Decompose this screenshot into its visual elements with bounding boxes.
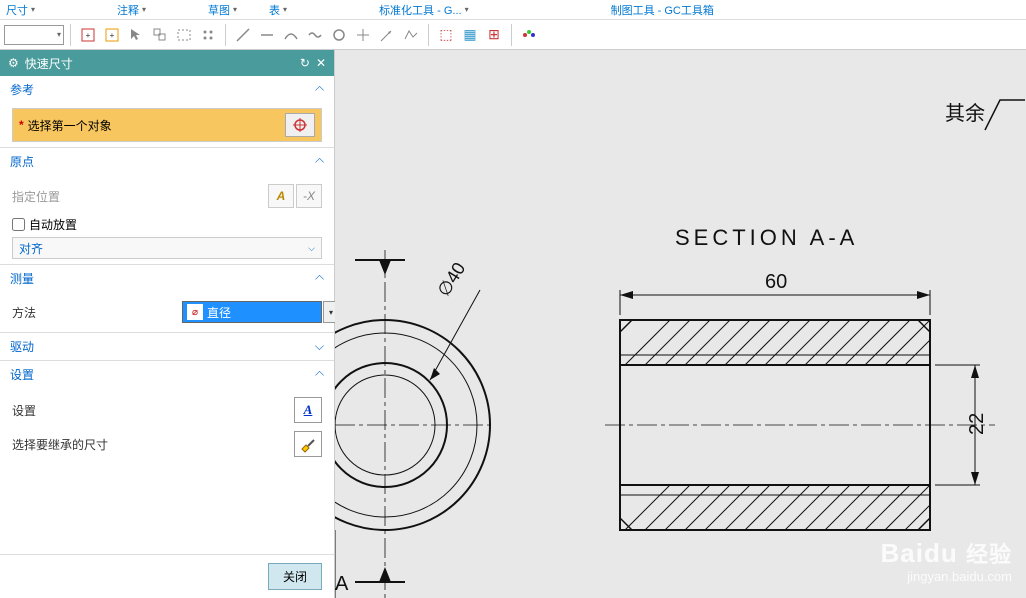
auto-place-checkbox[interactable]	[12, 218, 25, 231]
dim-22: 22	[966, 413, 988, 435]
tool-icon-1[interactable]: +	[77, 24, 99, 46]
menu-annotate[interactable]: 注释▾	[111, 2, 152, 18]
coord-button[interactable]: -X	[296, 184, 322, 208]
front-view: ∅40 A	[335, 250, 495, 598]
tool-view2[interactable]: ▦	[459, 24, 481, 46]
panel-close-icon[interactable]: ✕	[316, 56, 326, 70]
section-drive[interactable]: 驱动⌵	[0, 333, 334, 360]
tool-view1[interactable]: ⬚	[435, 24, 457, 46]
tool-arrow[interactable]	[376, 24, 398, 46]
arrow-a-label: A	[335, 573, 349, 595]
svg-text:+: +	[86, 31, 91, 40]
tool-line[interactable]	[232, 24, 254, 46]
text-style-button[interactable]: A	[268, 184, 294, 208]
inherit-dim-label: 选择要继承的尺寸	[12, 436, 294, 453]
drawing-canvas[interactable]: 其余 ∅40 A	[335, 50, 1026, 598]
menu-std-tools[interactable]: 标准化工具 - G...▾	[373, 2, 475, 18]
required-star-icon: *	[19, 118, 24, 132]
toolbar: ▾ + + ⬚ ▦ ⊞	[0, 20, 1026, 50]
tool-icon-2[interactable]: +	[101, 24, 123, 46]
menu-size[interactable]: 尺寸▾	[0, 2, 41, 18]
section-reference[interactable]: 参考⌵	[0, 76, 334, 103]
dim-60: 60	[765, 271, 787, 293]
tool-circle[interactable]	[328, 24, 350, 46]
section-label: SECTION A-A	[675, 225, 858, 250]
panel-title: 快速尺寸	[25, 55, 294, 72]
select-first-object-row[interactable]: * 选择第一个对象	[12, 108, 322, 142]
settings-label: 设置	[12, 402, 294, 419]
tool-palette[interactable]	[518, 24, 540, 46]
tool-rect-dashed[interactable]	[173, 24, 195, 46]
section-view: 60 22	[605, 271, 995, 530]
tool-select-rect[interactable]	[149, 24, 171, 46]
close-button[interactable]: 关闭	[268, 563, 322, 590]
inherit-brush-button[interactable]	[294, 431, 322, 457]
panel-header: ⚙ 快速尺寸 ↻ ✕	[0, 50, 334, 76]
auto-place-checkbox-row[interactable]: 自动放置	[12, 212, 322, 237]
target-picker-button[interactable]	[285, 113, 315, 137]
menu-gc-tools[interactable]: 制图工具 - GC工具箱	[605, 2, 720, 18]
cad-drawing: 其余 ∅40 A	[335, 50, 1026, 598]
tool-line2[interactable]	[256, 24, 278, 46]
section-settings[interactable]: 设置⌵	[0, 361, 334, 388]
method-label: 方法	[12, 304, 182, 321]
surface-note-text: 其余	[945, 102, 985, 125]
method-select[interactable]: ⌀ 直径 ▾	[182, 301, 322, 323]
diameter-icon: ⌀	[187, 304, 203, 320]
tool-dots[interactable]	[197, 24, 219, 46]
alignment-dropdown[interactable]: 对齐⌵	[12, 237, 322, 259]
menu-sketch[interactable]: 草图▾	[202, 2, 243, 18]
tool-view3[interactable]: ⊞	[483, 24, 505, 46]
tool-pointer[interactable]	[125, 24, 147, 46]
specify-location-label: 指定位置	[12, 188, 268, 205]
gear-icon[interactable]: ⚙	[8, 56, 19, 70]
tool-wave[interactable]	[304, 24, 326, 46]
tool-poly[interactable]	[400, 24, 422, 46]
svg-text:+: +	[110, 31, 115, 40]
quick-dimension-panel: ⚙ 快速尺寸 ↻ ✕ 参考⌵ * 选择第一个对象 原点⌵ 指定位置	[0, 50, 335, 598]
menu-bar: 尺寸▾ 注释▾ 草图▾ 表▾ 标准化工具 - G...▾ 制图工具 - GC工具…	[0, 0, 1026, 20]
toolbar-dropdown[interactable]: ▾	[4, 25, 64, 45]
text-style-aa-button[interactable]: A	[294, 397, 322, 423]
dim-dia40: ∅40	[433, 259, 469, 300]
watermark: Baidu 经验 jingyan.baidu.com	[881, 537, 1012, 584]
refresh-icon[interactable]: ↻	[300, 56, 310, 70]
tool-cross[interactable]	[352, 24, 374, 46]
tool-curve[interactable]	[280, 24, 302, 46]
menu-table[interactable]: 表▾	[263, 2, 293, 18]
section-origin[interactable]: 原点⌵	[0, 148, 334, 175]
section-measure[interactable]: 测量⌵	[0, 265, 334, 292]
